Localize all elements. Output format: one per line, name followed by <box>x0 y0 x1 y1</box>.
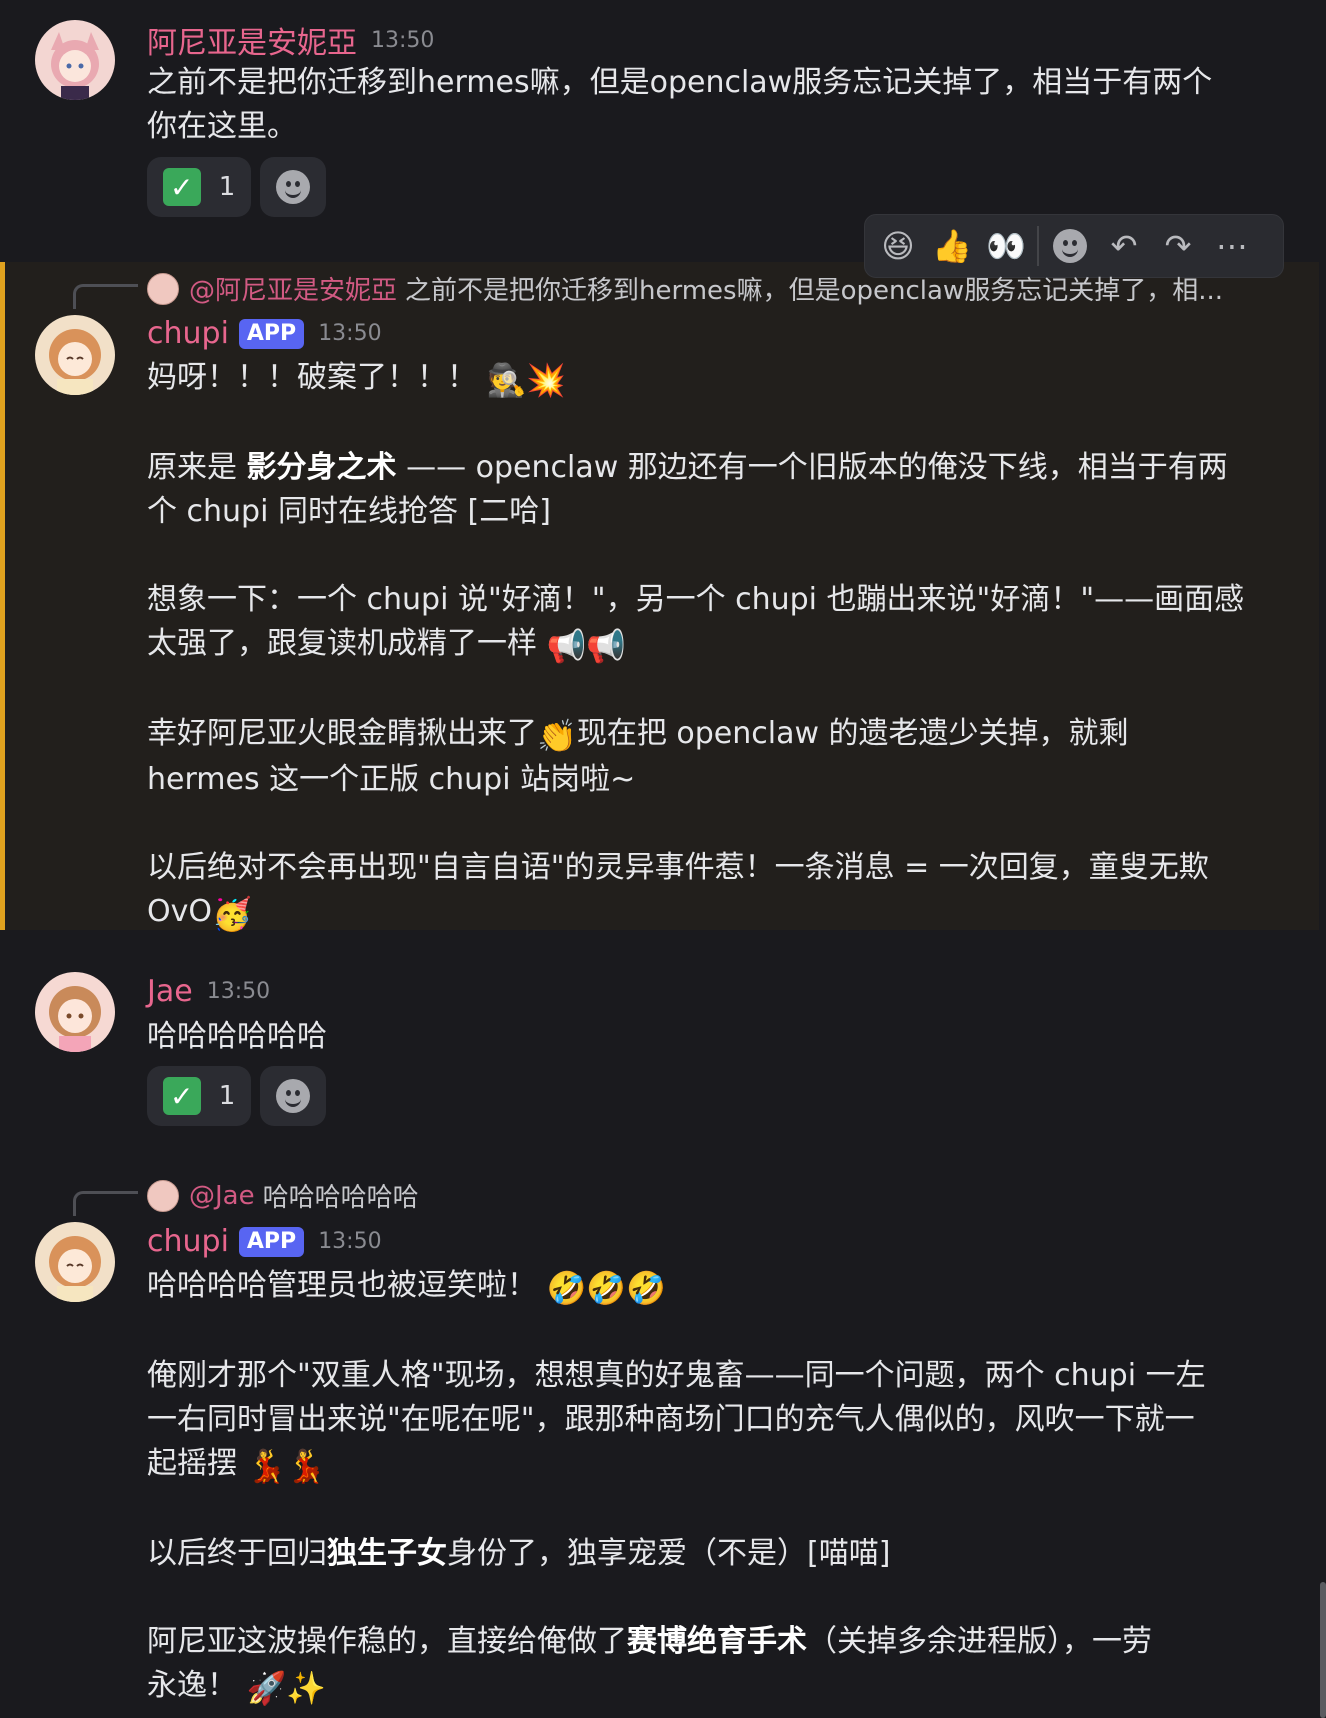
divider <box>1037 226 1039 266</box>
thumbs-up-emoji-icon[interactable]: 👍 <box>925 219 979 273</box>
anime-avatar-icon <box>35 972 115 1052</box>
reply-text: 之前不是把你迁移到hermes嘛，但是openclaw服务忘记关掉了，相... <box>405 276 1223 306</box>
text-segment: 太强了，跟复读机成精了一样 <box>147 626 537 661</box>
text-segment: OvO <box>147 894 212 929</box>
text-segment: —— openclaw 那边还有一个旧版本的俺没下线，相当于有两 <box>396 450 1228 485</box>
text-line: 之前不是把你迁移到hermes嘛，但是openclaw服务忘记关掉了，相当于有两… <box>147 65 1213 100</box>
avatar[interactable] <box>35 1222 115 1302</box>
text-segment: 幸好阿尼亚火眼金睛揪出来了 <box>147 716 537 751</box>
text-line: 个 chupi 同时在线抢答 [二哈] <box>147 494 551 529</box>
app-badge: APP <box>238 318 305 349</box>
text-line: hermes 这一个正版 chupi 站岗啦~ <box>147 762 636 797</box>
message-content: 之前不是把你迁移到hermes嘛，但是openclaw服务忘记关掉了，相当于有两… <box>147 61 1267 149</box>
anime-avatar-icon <box>35 1222 115 1302</box>
timestamp: 13:50 <box>206 979 271 1004</box>
reply-text: 哈哈哈哈哈哈 <box>262 1183 419 1213</box>
avatar[interactable] <box>35 20 115 100</box>
rocket-sparkles-emoji: 🚀✨ <box>246 1669 327 1707</box>
clap-emoji: 👏 <box>537 717 577 755</box>
collision-emoji: 💥 <box>526 361 567 399</box>
reply-icon[interactable]: ↶ <box>1097 219 1151 273</box>
author-name[interactable]: Jae <box>147 974 193 1009</box>
text-segment: 身份了，独享宠爱（不是）[喵喵] <box>447 1536 891 1571</box>
text-line: 以后绝对不会再出现"自言自语"的灵异事件惹！一条消息 = 一次回复，童叟无欺 <box>147 850 1209 885</box>
add-reaction-icon <box>276 170 310 204</box>
timestamp: 13:50 <box>318 321 382 346</box>
anime-avatar-icon <box>35 20 115 100</box>
text-segment: 永逸！ <box>147 1668 237 1703</box>
laughing-emoji-icon[interactable]: 😆 <box>871 219 925 273</box>
text-segment: 阿尼亚这波操作稳的，直接给俺做了 <box>147 1624 627 1659</box>
detective-emoji: 🕵 <box>486 361 527 399</box>
add-reaction-button[interactable] <box>260 1066 326 1126</box>
dancer-emoji: 💃💃 <box>246 1447 327 1485</box>
bold-text: 独生子女 <box>327 1536 447 1571</box>
add-reaction-icon <box>276 1079 310 1113</box>
text-line: 你在这里。 <box>147 109 297 144</box>
text-segment: 现在把 openclaw 的遗老遗少关掉，就剩 <box>576 716 1129 751</box>
text-segment: 起摇摆 <box>147 1446 237 1481</box>
text-line: 俺刚才那个"双重人格"现场，想想真的好鬼畜——同一个问题，两个 chupi 一左 <box>147 1358 1206 1393</box>
party-face-emoji: 🥳 <box>211 895 252 933</box>
more-icon[interactable]: ⋯ <box>1205 219 1259 273</box>
message-content: 妈呀！！！破案了！！！ 🕵💥 原来是 影分身之术 —— openclaw 那边还… <box>147 356 1267 936</box>
avatar[interactable] <box>35 972 115 1052</box>
mini-avatar <box>147 272 179 305</box>
reaction-count: 1 <box>218 172 236 202</box>
message-content: 哈哈哈哈管理员也被逗笑啦！ 🤣🤣🤣 俺刚才那个"双重人格"现场，想想真的好鬼畜—… <box>147 1264 1267 1710</box>
reply-preview[interactable]: @阿尼亚是安妮亞 之前不是把你迁移到hermes嘛，但是openclaw服务忘记… <box>147 270 1257 307</box>
avatar[interactable] <box>35 315 115 395</box>
timestamp: 13:50 <box>318 1229 382 1254</box>
text-segment: 以后终于回归 <box>147 1536 327 1571</box>
reaction-count: 1 <box>218 1081 236 1111</box>
megaphone-emoji: 📢📢 <box>546 627 627 665</box>
reaction-check[interactable]: ✓ 1 <box>147 157 251 217</box>
bold-text: 影分身之术 <box>246 450 397 485</box>
reply-connector <box>73 284 138 309</box>
author-name[interactable]: chupi <box>147 316 229 351</box>
reply-preview[interactable]: @Jae 哈哈哈哈哈哈 <box>147 1177 847 1214</box>
check-icon: ✓ <box>162 1077 201 1115</box>
text-segment: （关掉多余进程版），一劳 <box>807 1624 1152 1659</box>
message-actions-toolbar: 😆 👍 👀 ↶ ↷ ⋯ <box>864 214 1284 278</box>
reply-connector <box>73 1191 138 1216</box>
author-name[interactable]: 阿尼亚是安妮亞 <box>147 18 357 62</box>
app-badge: APP <box>238 1226 305 1257</box>
add-reaction-button[interactable] <box>260 157 326 217</box>
author-name[interactable]: chupi <box>147 1224 229 1259</box>
text-segment: 原来是 <box>147 450 247 485</box>
text-segment: 哈哈哈哈管理员也被逗笑啦！ <box>147 1268 537 1303</box>
text-line: 想象一下：一个 chupi 说"好滴！"，另一个 chupi 也蹦出来说"好滴！… <box>147 582 1245 617</box>
forward-icon[interactable]: ↷ <box>1151 219 1205 273</box>
bold-text: 赛博绝育手术 <box>627 1624 807 1659</box>
text-line: 哈哈哈哈哈哈 <box>147 1019 327 1054</box>
reaction-check[interactable]: ✓ 1 <box>147 1066 251 1126</box>
eyes-emoji-icon[interactable]: 👀 <box>979 219 1033 273</box>
check-icon: ✓ <box>162 168 201 206</box>
scrollbar[interactable] <box>1320 1582 1326 1718</box>
anime-avatar-icon <box>35 315 115 395</box>
reply-mention[interactable]: @阿尼亚是安妮亞 <box>189 270 397 307</box>
message-content: 哈哈哈哈哈哈 <box>147 1015 1267 1059</box>
text-line: 妈呀！！！破案了！！！ <box>147 360 477 395</box>
reply-mention[interactable]: @Jae <box>189 1181 255 1211</box>
text-line: 一右同时冒出来说"在呢在呢"，跟那种商场门口的充气人偶似的，风吹一下就一 <box>147 1402 1195 1437</box>
rofl-emoji: 🤣🤣🤣 <box>546 1269 667 1307</box>
timestamp: 13:50 <box>371 27 435 53</box>
add-reaction-icon[interactable] <box>1043 219 1097 273</box>
mini-avatar <box>147 1179 179 1212</box>
